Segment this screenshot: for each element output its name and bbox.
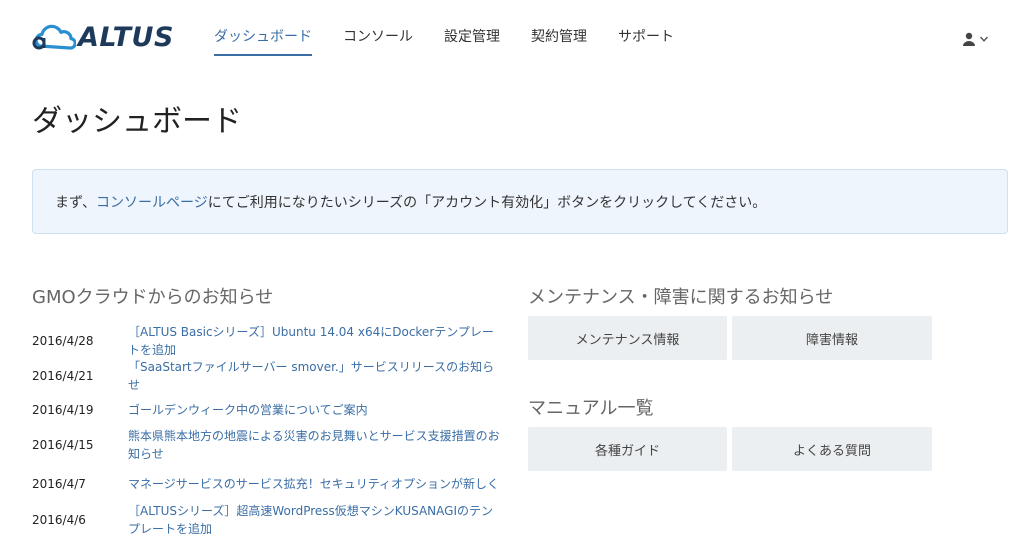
- news-section-title: GMOクラウドからのお知らせ: [32, 287, 274, 308]
- news-item: 2016/4/19 ゴールデンウィーク中の営業についてご案内: [32, 398, 502, 421]
- guides-button[interactable]: 各種ガイド: [528, 427, 727, 471]
- notice-banner: まず、 コンソールページ にてご利用になりたいシリーズの「アカウント有効化」ボタンを…: [32, 169, 1008, 234]
- user-menu[interactable]: [962, 32, 989, 46]
- page-title: ダッシュボード: [32, 104, 242, 139]
- nav-settings[interactable]: 設定管理: [444, 26, 500, 56]
- news-link[interactable]: ［ALTUS Basicシリーズ］Ubuntu 14.04 x64にDocker…: [128, 323, 500, 359]
- news-item: 2016/4/28 ［ALTUS Basicシリーズ］Ubuntu 14.04 …: [32, 320, 502, 362]
- console-page-link[interactable]: コンソールページ: [96, 192, 208, 212]
- incident-info-button[interactable]: 障害情報: [732, 316, 932, 360]
- news-link[interactable]: マネージサービスのサービス拡充！セキュリティオプションが新しく: [128, 475, 500, 493]
- news-item: 2016/4/6 ［ALTUSシリーズ］超高速WordPress仮想マシンKUS…: [32, 500, 502, 540]
- nav-contract[interactable]: 契約管理: [531, 26, 587, 56]
- news-link[interactable]: 熊本県熊本地方の地震による災害のお見舞いとサービス支援措置のお知らせ: [128, 427, 500, 463]
- nav-console[interactable]: コンソール: [343, 26, 413, 56]
- maintenance-section-title: メンテナンス・障害に関するお知らせ: [528, 287, 834, 308]
- faq-button[interactable]: よくある質問: [732, 427, 932, 471]
- user-icon: [963, 32, 975, 46]
- chevron-down-icon: [979, 36, 989, 42]
- news-item: 2016/4/7 マネージサービスのサービス拡充！セキュリティオプションが新しく: [32, 472, 502, 495]
- notice-prefix: まず、: [55, 194, 97, 211]
- logo-text: ALTUS: [78, 21, 174, 53]
- news-date: 2016/4/28: [32, 334, 94, 348]
- nav-dashboard[interactable]: ダッシュボード: [214, 26, 312, 56]
- news-date: 2016/4/15: [32, 438, 94, 452]
- news-link[interactable]: 「SaaStartファイルサーバー smover.」サービスリリースのお知らせ: [128, 358, 500, 394]
- news-list: 2016/4/28 ［ALTUS Basicシリーズ］Ubuntu 14.04 …: [32, 320, 502, 540]
- news-link[interactable]: ゴールデンウィーク中の営業についてご案内: [128, 401, 500, 419]
- main-nav: ダッシュボード コンソール 設定管理 契約管理 サポート: [214, 26, 705, 56]
- header: ALTUS ダッシュボード コンソール 設定管理 契約管理 サポート: [0, 0, 1024, 80]
- cloud-logo-icon: [32, 24, 76, 50]
- news-item: 2016/4/15 熊本県熊本地方の地震による災害のお見舞いとサービス支援措置の…: [32, 424, 502, 466]
- news-date: 2016/4/19: [32, 402, 94, 417]
- news-date: 2016/4/21: [32, 368, 94, 383]
- manual-section-title: マニュアル一覧: [528, 398, 654, 419]
- nav-support[interactable]: サポート: [618, 26, 674, 56]
- news-link[interactable]: ［ALTUSシリーズ］超高速WordPress仮想マシンKUSANAGIのテンプ…: [128, 502, 500, 538]
- altus-logo[interactable]: ALTUS: [32, 21, 174, 53]
- news-item: 2016/4/21 「SaaStartファイルサーバー smover.」サービス…: [32, 360, 502, 392]
- maintenance-info-button[interactable]: メンテナンス情報: [528, 316, 727, 360]
- notice-suffix: にてご利用になりたいシリーズの「アカウント有効化」ボタンをクリックしてください。: [207, 194, 767, 211]
- news-date: 2016/4/7: [32, 476, 86, 491]
- news-date: 2016/4/6: [32, 513, 86, 527]
